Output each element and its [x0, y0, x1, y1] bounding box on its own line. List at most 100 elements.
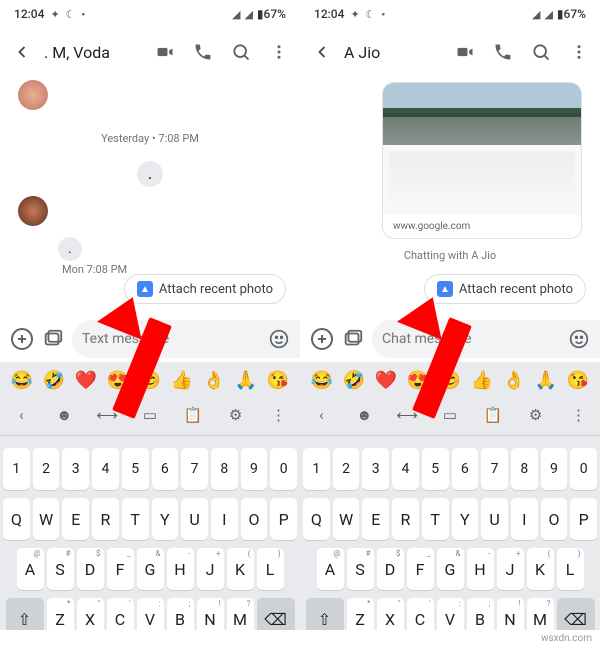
key[interactable]: 2 [33, 448, 60, 490]
key[interactable]: ⇧ [6, 598, 44, 630]
key[interactable]: R [92, 498, 119, 540]
key[interactable]: A@ [317, 548, 344, 590]
key[interactable]: ⇧ [306, 598, 344, 630]
message-input-wrap[interactable] [372, 320, 600, 358]
emoji-key[interactable]: 😘 [267, 370, 289, 391]
attach-photo-chip[interactable]: ▲ Attach recent photo [124, 274, 286, 304]
emoji-key[interactable]: 🤣 [343, 370, 365, 391]
chevron-left-icon[interactable]: ‹ [307, 401, 335, 429]
sticker-icon[interactable]: ☻ [350, 401, 378, 429]
key[interactable]: L) [257, 548, 284, 590]
message-bubble[interactable]: . [58, 237, 82, 261]
key[interactable]: I [511, 498, 538, 540]
key[interactable]: H- [467, 548, 494, 590]
key[interactable]: L) [557, 548, 584, 590]
more-icon[interactable] [566, 39, 592, 65]
key[interactable]: E [62, 498, 89, 540]
chevron-left-icon[interactable]: ‹ [7, 401, 35, 429]
key[interactable]: 4 [392, 448, 419, 490]
key[interactable]: V: [137, 598, 164, 630]
key[interactable]: C' [107, 598, 134, 630]
key[interactable]: B; [167, 598, 194, 630]
key[interactable]: 6 [152, 448, 179, 490]
key[interactable]: B; [467, 598, 494, 630]
key[interactable]: P [570, 498, 597, 540]
more-icon[interactable] [266, 39, 292, 65]
key[interactable]: F_ [107, 548, 134, 590]
emoji-key[interactable]: 😍 [107, 370, 129, 391]
key[interactable]: N! [497, 598, 524, 630]
key[interactable]: M? [227, 598, 254, 630]
avatar[interactable] [18, 80, 48, 110]
key[interactable]: Y [152, 498, 179, 540]
key[interactable]: T [422, 498, 449, 540]
key[interactable]: M? [527, 598, 554, 630]
key[interactable]: C' [407, 598, 434, 630]
key[interactable]: S# [47, 548, 74, 590]
conversation-title[interactable]: A Jio [344, 43, 444, 62]
sticker-icon[interactable]: ☻ [50, 401, 78, 429]
emoji-key[interactable]: 👌 [203, 370, 225, 391]
key[interactable]: U [481, 498, 508, 540]
key[interactable]: V: [437, 598, 464, 630]
gif-icon[interactable]: ▭ [136, 401, 164, 429]
key[interactable]: Q [303, 498, 330, 540]
key[interactable]: 9 [541, 448, 568, 490]
key[interactable]: K( [527, 548, 554, 590]
emoji-key[interactable]: 😊 [139, 370, 161, 391]
key[interactable]: 6 [452, 448, 479, 490]
key[interactable]: 7 [481, 448, 508, 490]
emoji-key[interactable]: 👍 [171, 370, 193, 391]
key[interactable]: W [333, 498, 360, 540]
conversation-area[interactable]: www.google.com Chatting with A Jio [300, 76, 600, 266]
key[interactable]: O [241, 498, 268, 540]
key[interactable]: U [181, 498, 208, 540]
gallery-icon[interactable] [342, 326, 364, 352]
search-icon[interactable] [528, 39, 554, 65]
video-call-icon[interactable] [152, 39, 178, 65]
back-button[interactable] [308, 38, 336, 66]
key[interactable]: 9 [241, 448, 268, 490]
key[interactable]: 1 [3, 448, 30, 490]
key[interactable]: X" [377, 598, 404, 630]
cursor-icon[interactable]: ⟷ [93, 401, 121, 429]
emoji-key[interactable]: ❤️ [375, 370, 397, 391]
key[interactable]: O [541, 498, 568, 540]
clipboard-icon[interactable]: 📋 [179, 401, 207, 429]
conversation-area[interactable]: Yesterday • 7:08 PM . . Mon 7:08 PM [0, 76, 300, 266]
message-bubble[interactable]: . [14, 161, 286, 187]
emoji-key[interactable]: 😘 [567, 370, 589, 391]
key[interactable]: ⌫ [557, 598, 595, 630]
emoji-key[interactable]: 🤣 [43, 370, 65, 391]
settings-icon[interactable]: ⚙ [522, 401, 550, 429]
clipboard-icon[interactable]: 📋 [479, 401, 507, 429]
more-icon[interactable]: ⋮ [564, 401, 592, 429]
key[interactable]: P [270, 498, 297, 540]
key[interactable]: H- [167, 548, 194, 590]
key[interactable]: J+ [197, 548, 224, 590]
key[interactable]: F_ [407, 548, 434, 590]
emoji-key[interactable]: 👌 [503, 370, 525, 391]
add-button[interactable] [10, 326, 34, 352]
more-icon[interactable]: ⋮ [264, 401, 292, 429]
add-button[interactable] [310, 326, 334, 352]
key[interactable]: ⌫ [257, 598, 295, 630]
emoji-icon[interactable] [566, 326, 592, 352]
key[interactable]: 5 [422, 448, 449, 490]
cursor-icon[interactable]: ⟷ [393, 401, 421, 429]
key[interactable]: K( [227, 548, 254, 590]
gallery-icon[interactable] [42, 326, 64, 352]
key[interactable]: 1 [303, 448, 330, 490]
emoji-key[interactable]: 🙏 [235, 370, 257, 391]
key[interactable]: 0 [570, 448, 597, 490]
gif-icon[interactable]: ▭ [436, 401, 464, 429]
avatar[interactable] [18, 196, 48, 226]
emoji-key[interactable]: 😊 [439, 370, 461, 391]
key[interactable]: E [362, 498, 389, 540]
key[interactable]: X" [77, 598, 104, 630]
emoji-key[interactable]: 😂 [311, 370, 333, 391]
key[interactable]: 0 [270, 448, 297, 490]
emoji-icon[interactable] [266, 326, 292, 352]
message-input-wrap[interactable] [72, 320, 300, 358]
call-icon[interactable] [190, 39, 216, 65]
